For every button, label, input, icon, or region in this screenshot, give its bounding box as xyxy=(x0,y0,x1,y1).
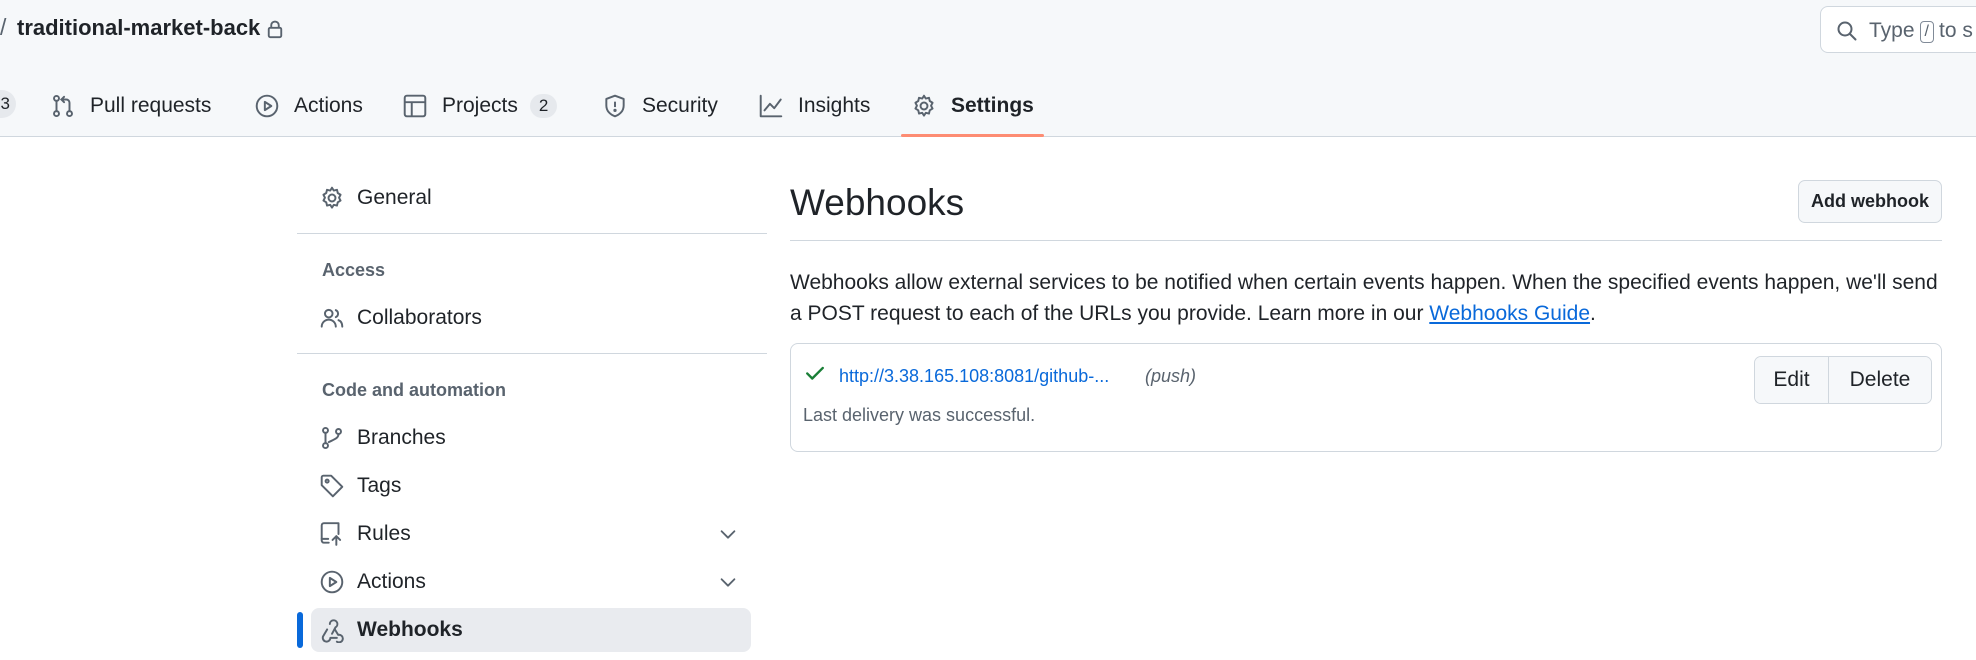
tab-pull-requests[interactable]: Pull requests xyxy=(50,86,211,126)
sidebar-heading-code-automation: Code and automation xyxy=(322,380,506,400)
gear-icon xyxy=(322,186,342,209)
tab-pull-requests-label: Pull requests xyxy=(90,94,212,117)
table-icon xyxy=(403,94,427,118)
search-placeholder: Type / to s xyxy=(1869,19,1973,43)
repo-header: / traditional-market-back Type / to s 3 Pu… xyxy=(0,0,1976,137)
tab-projects-label: Projects xyxy=(442,94,518,117)
tab-settings-label: Settings xyxy=(951,94,1034,117)
webhooks-guide-link[interactable]: Webhooks Guide xyxy=(1429,302,1590,325)
webhooks-description: Webhooks allow external services to be n… xyxy=(790,271,1938,325)
sidebar-item-tags[interactable]: Tags xyxy=(311,464,751,508)
tab-insights-label: Insights xyxy=(798,94,871,117)
sidebar-item-general[interactable]: General xyxy=(311,176,751,220)
webhook-delivery-status: Last delivery was successful. xyxy=(803,405,1036,425)
title-divider xyxy=(790,240,1942,241)
path-separator: / xyxy=(0,14,7,40)
sidebar-item-collaborators[interactable]: Collaborators xyxy=(311,296,751,340)
selected-tab-underline xyxy=(901,134,1044,137)
people-icon xyxy=(320,308,344,328)
sidebar-item-actions[interactable]: Actions xyxy=(311,560,751,604)
search-shortcut-key: / xyxy=(1919,21,1934,43)
tab-insights[interactable]: Insights xyxy=(758,86,870,126)
check-icon xyxy=(806,366,824,380)
sidebar-item-label: Webhooks xyxy=(357,618,463,641)
sidebar-divider xyxy=(297,353,767,354)
git-branch-icon xyxy=(322,426,342,450)
tab-projects[interactable]: Projects 2 xyxy=(402,86,558,126)
delete-webhook-button[interactable]: Delete xyxy=(1829,357,1931,403)
shield-icon xyxy=(605,94,625,118)
tab-security[interactable]: Security xyxy=(602,86,718,126)
gear-icon xyxy=(914,94,934,117)
sidebar-item-webhooks[interactable]: Webhooks xyxy=(311,608,751,652)
sidebar-item-label: Actions xyxy=(357,570,426,593)
repo-push-icon xyxy=(320,522,342,546)
sidebar-item-label: Tags xyxy=(357,474,402,497)
projects-counter: 2 xyxy=(529,94,558,118)
sidebar-item-branches[interactable]: Branches xyxy=(311,416,751,460)
page-title: Webhooks xyxy=(790,182,965,223)
issues-counter: 3 xyxy=(0,90,16,118)
tag-icon xyxy=(320,474,344,498)
sidebar-divider xyxy=(297,233,767,234)
repo-name-link[interactable]: traditional-market-back xyxy=(17,15,260,41)
add-webhook-button[interactable]: Add webhook xyxy=(1798,180,1942,223)
play-icon xyxy=(320,570,344,594)
sidebar-item-label: Rules xyxy=(357,522,411,545)
sidebar-item-label: Branches xyxy=(357,426,446,449)
webhook-actions: Edit Delete xyxy=(1754,356,1932,404)
webhook-events: (push) xyxy=(1145,366,1197,386)
lock-icon xyxy=(267,20,283,39)
header-top-row: / traditional-market-back Type / to s xyxy=(0,0,1976,60)
tab-settings[interactable]: Settings xyxy=(911,86,1034,126)
sidebar-heading-access: Access xyxy=(322,260,386,280)
search-icon xyxy=(1837,21,1857,41)
webhook-list-item: http://3.38.165.108:8081/github-... (pus… xyxy=(790,343,1942,452)
chevron-down-icon xyxy=(720,578,736,587)
webhook-url-link[interactable]: http://3.38.165.108:8081/github-... xyxy=(839,366,1109,387)
webhook-icon xyxy=(321,619,344,643)
sidebar-item-rules[interactable]: Rules xyxy=(311,512,751,556)
git-pull-request-icon xyxy=(53,94,73,118)
repo-nav: 3 Pull requests Actions Projects 2 Secur… xyxy=(0,80,1976,137)
sidebar-item-label: Collaborators xyxy=(357,306,482,329)
tab-actions[interactable]: Actions xyxy=(254,86,363,126)
edit-webhook-button[interactable]: Edit xyxy=(1755,357,1829,403)
chevron-down-icon xyxy=(720,530,736,539)
tab-security-label: Security xyxy=(642,94,718,117)
search-input[interactable]: Type / to s xyxy=(1820,6,1976,53)
tab-actions-label: Actions xyxy=(294,94,363,117)
active-item-indicator xyxy=(297,612,303,648)
sidebar-item-label: General xyxy=(357,186,432,209)
play-icon xyxy=(255,94,279,118)
graph-icon xyxy=(759,94,783,118)
